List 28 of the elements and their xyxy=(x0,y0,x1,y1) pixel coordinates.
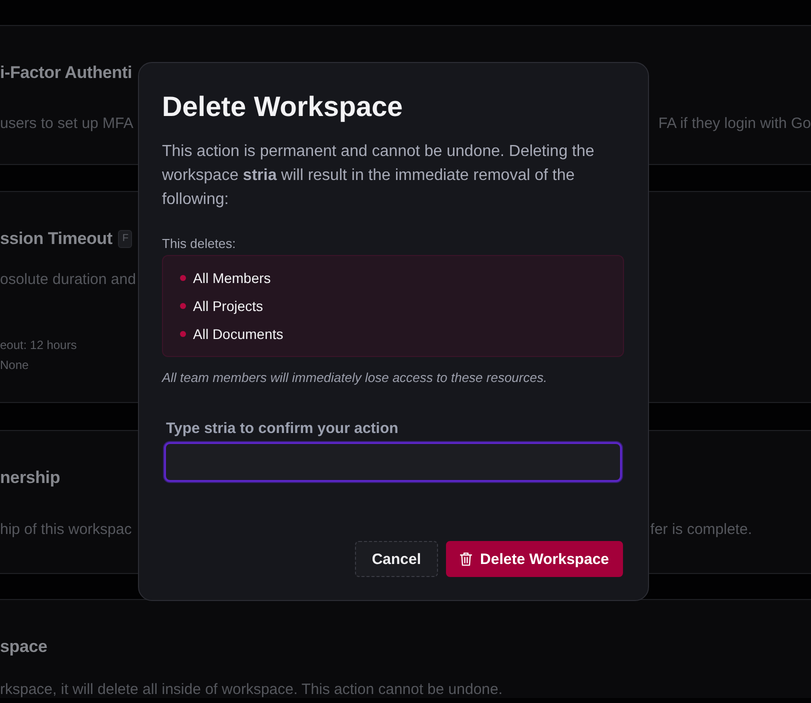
section-title: space xyxy=(0,636,48,658)
cancel-button[interactable]: Cancel xyxy=(354,541,438,577)
section-badge: F xyxy=(118,230,132,248)
dialog-note: All team members will immediately lose access to these resources. xyxy=(162,369,548,387)
section-description: rkspace, it will delete all inside of workspace. This action cannot be undone. xyxy=(0,682,503,698)
confirm-input[interactable] xyxy=(164,442,622,482)
section-title: nership xyxy=(0,467,60,489)
section-description: hip of this workspac xyxy=(0,520,132,540)
deletes-label: This deletes: xyxy=(162,235,236,252)
dialog-message: This action is permanent and cannot be undone. Deleting the workspace stria will result in the immediate removal of the following: xyxy=(162,142,596,210)
section-description: fer is complete. xyxy=(650,520,752,540)
section-description: FA if they login with Go xyxy=(658,114,811,134)
bullet-icon xyxy=(180,331,186,337)
delete-button[interactable]: Delete Workspace xyxy=(446,541,623,577)
trash-icon xyxy=(460,552,472,566)
section-description: osolute duration and xyxy=(0,270,136,290)
setting-detail: eout: 12 hours xyxy=(0,337,77,354)
bullet-icon xyxy=(180,303,186,309)
deleted-item: All Documents xyxy=(193,325,284,344)
dialog-title: Delete Workspace xyxy=(162,90,403,124)
bullet-icon xyxy=(180,275,186,281)
deleted-item: All Members xyxy=(193,269,271,288)
deleted-item: All Projects xyxy=(193,297,264,316)
section-description: users to set up MFA xyxy=(0,114,134,134)
section-title: ssion Timeout xyxy=(0,228,112,250)
section-title: i-Factor Authenti xyxy=(0,62,132,84)
setting-detail: None xyxy=(0,357,29,374)
confirm-label: Type stria to confirm your action xyxy=(166,419,398,439)
